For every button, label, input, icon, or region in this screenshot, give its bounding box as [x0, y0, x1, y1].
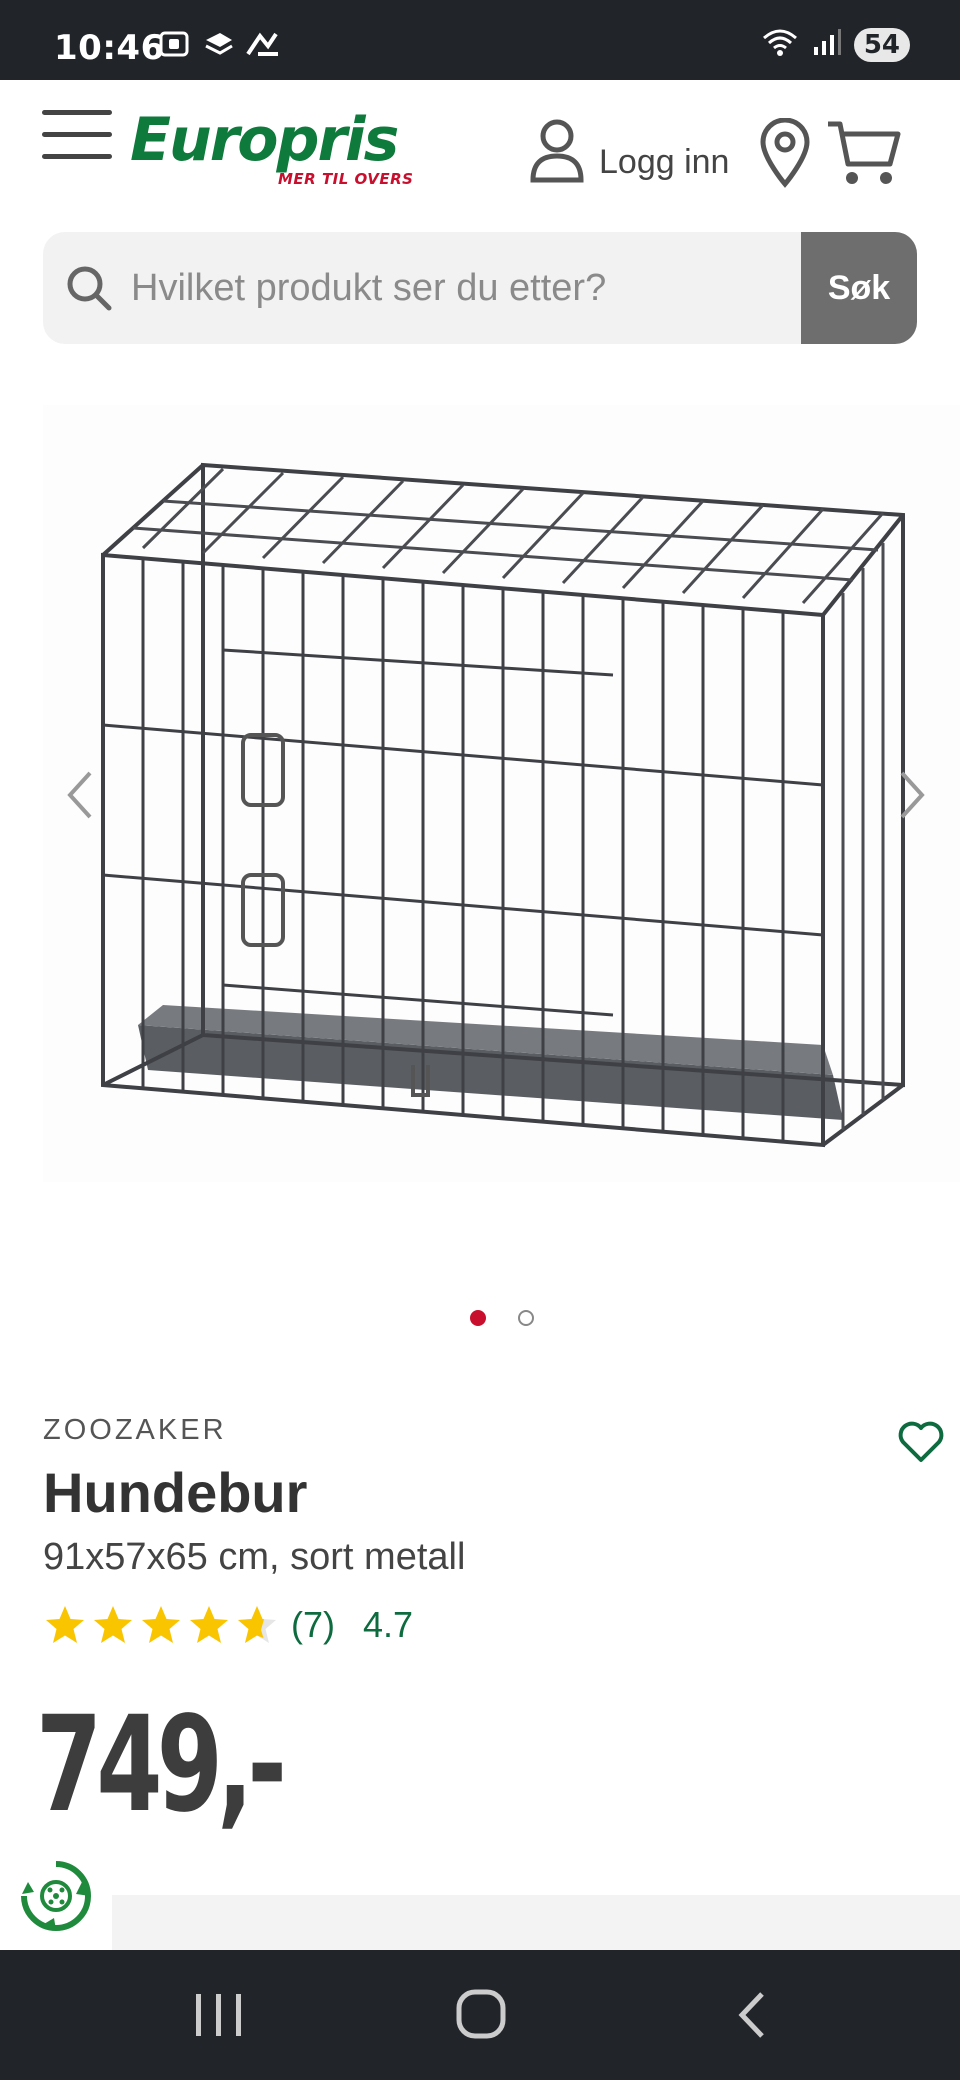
carousel-pagination [470, 1310, 534, 1326]
star-icon [142, 1606, 180, 1643]
carousel-prev-button[interactable] [60, 765, 100, 825]
product-image-carousel[interactable] [43, 405, 960, 1182]
favorite-button[interactable] [897, 1420, 945, 1464]
chevron-right-icon [892, 771, 932, 829]
screenshot-icon [158, 30, 192, 58]
rating-count: (7) [291, 1604, 335, 1645]
hamburger-icon [42, 110, 112, 159]
cart-icon [826, 121, 902, 192]
carousel-dot-2[interactable] [518, 1310, 534, 1326]
eco-badge[interactable] [18, 1858, 94, 1934]
android-nav-bar [0, 1950, 960, 2080]
logo-text: Europris [130, 105, 399, 175]
chevron-left-icon [60, 771, 100, 829]
status-time: 10:46 [54, 28, 165, 68]
login-button[interactable]: Logg inn [527, 116, 729, 189]
star-icon [94, 1606, 132, 1643]
battery-indicator: 54 [853, 27, 910, 62]
carousel-next-button[interactable] [892, 765, 932, 825]
star-icon [190, 1606, 228, 1643]
search-bar: Søk [43, 232, 917, 344]
sticky-footer-bar [112, 1895, 960, 1950]
product-price: 749,- [36, 1688, 287, 1842]
product-rating[interactable]: (7) 4.7 [43, 1603, 413, 1647]
back-button[interactable] [730, 1988, 774, 2042]
cart-button[interactable] [826, 118, 902, 188]
logo-tagline: MER TIL OVERS [278, 170, 414, 188]
product-title: Hundebur [43, 1461, 308, 1524]
rating-average: 4.7 [363, 1604, 414, 1645]
carousel-dot-1[interactable] [470, 1310, 486, 1326]
search-input[interactable] [131, 232, 831, 344]
status-bar: 10:46 54 [0, 0, 960, 80]
menu-button[interactable] [42, 110, 112, 162]
home-button[interactable] [455, 1986, 507, 2042]
rating-stars [43, 1603, 279, 1647]
product-subtitle: 91x57x65 cm, sort metall [43, 1536, 466, 1578]
star-icon [46, 1606, 84, 1643]
search-button[interactable]: Søk [801, 232, 917, 344]
heart-icon [897, 1421, 945, 1468]
signal-icon [812, 27, 842, 62]
notification-icons [158, 30, 280, 58]
system-status: 54 [760, 26, 910, 63]
back-icon [730, 1992, 774, 2046]
login-label: Logg inn [599, 143, 730, 181]
wifi-icon [760, 26, 800, 63]
cloud-sync-icon [202, 30, 236, 58]
store-locator-button[interactable] [757, 117, 813, 188]
recent-apps-icon [190, 1994, 250, 2046]
dog-crate-image [43, 405, 960, 1182]
half-star-icon [238, 1606, 276, 1643]
product-brand[interactable]: ZOOZAKER [43, 1414, 227, 1447]
search-icon [63, 262, 115, 314]
user-icon [527, 116, 587, 189]
europris-logo[interactable]: Europris MER TIL OVERS [130, 105, 413, 190]
location-pin-icon [757, 117, 813, 192]
recent-apps-button[interactable] [190, 1988, 250, 2042]
recycle-icon [18, 1861, 94, 1938]
home-icon [455, 1989, 507, 2046]
app-notification-icon [246, 30, 280, 58]
